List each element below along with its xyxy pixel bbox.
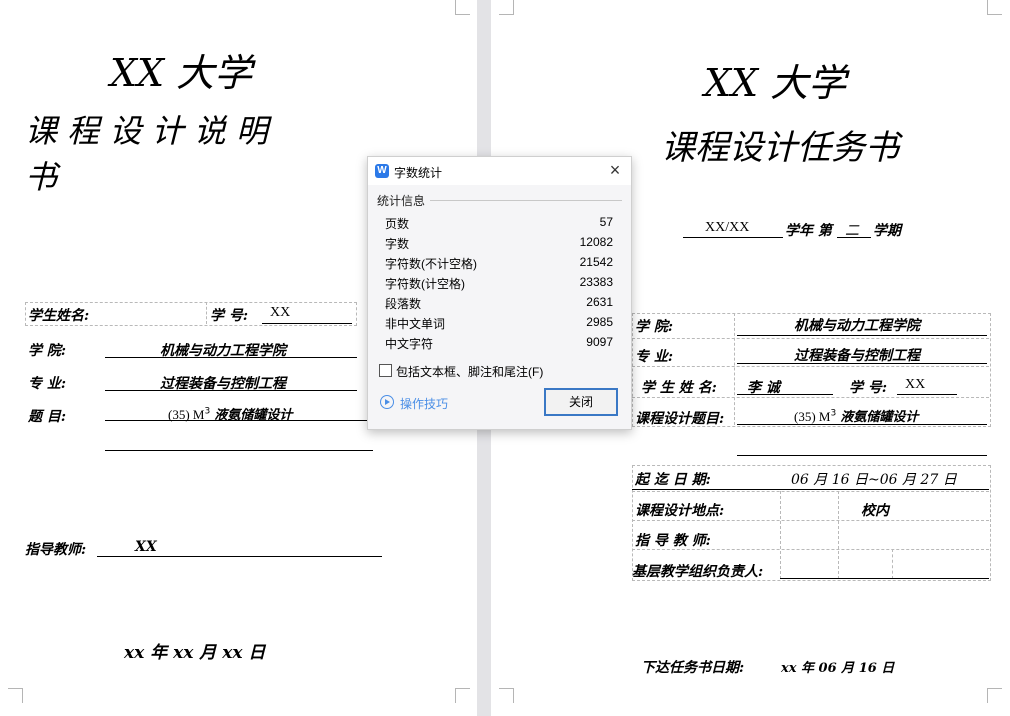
student-id-value: XX	[905, 377, 926, 392]
student-name-label: 学 生 姓 名:	[641, 380, 717, 396]
student-name-label: 学生姓名:	[28, 308, 90, 324]
page-corner-mark	[987, 0, 1002, 15]
wps-writer-icon: W	[375, 164, 389, 178]
page-corner-mark	[455, 0, 470, 15]
leader-label: 基层教学组织负责人:	[632, 564, 764, 580]
major-label: 专 业:	[635, 349, 674, 365]
stat-label: 字数	[385, 237, 410, 251]
student-id-value: XX	[270, 305, 291, 320]
major-value: 过程装备与控制工程	[794, 348, 920, 364]
term-year: XX/XX	[705, 220, 750, 235]
page-corner-mark	[499, 688, 514, 703]
stat-label: 字符数(计空格)	[385, 277, 465, 291]
advisor-value: XX	[135, 539, 157, 555]
stat-value: 2985	[586, 315, 613, 329]
advisor-label: 指 导 教 师:	[635, 533, 711, 549]
page-corner-mark	[8, 688, 23, 703]
page-corner-mark	[499, 0, 514, 15]
topic-label: 题 目:	[28, 409, 67, 425]
stat-value: 21542	[579, 255, 613, 269]
stat-label: 非中文单词	[385, 317, 446, 331]
include-textboxes-label[interactable]: 包括文本框、脚注和尾注(F)	[396, 363, 543, 380]
stat-value: 12082	[579, 235, 613, 249]
student-id-label: 学 号:	[849, 380, 888, 396]
stat-row-chars-with-spaces: 字符数(计空格) 23383	[385, 275, 613, 295]
stat-label: 页数	[385, 217, 410, 231]
college-value: 机械与动力工程学院	[794, 318, 920, 334]
place-label: 课程设计地点:	[635, 503, 725, 519]
stat-row-chinese-chars: 中文字符 9097	[385, 335, 613, 355]
stat-row-non-chinese-words: 非中文单词 2985	[385, 315, 613, 335]
stat-value: 2631	[586, 295, 613, 309]
stat-value: 57	[599, 215, 613, 229]
close-button[interactable]: 关闭	[544, 388, 618, 416]
section-divider	[430, 200, 622, 201]
advisor-label: 指导教师:	[25, 542, 87, 558]
college-label: 学 院:	[28, 343, 67, 359]
doc-title-line1: 课 程 设 计 说 明	[25, 112, 268, 150]
start-value: 06 月 16 日~06 月 27 日	[791, 472, 957, 488]
stat-value: 23383	[579, 275, 613, 289]
term-text-a: 学年 第	[785, 223, 832, 239]
term-text-b: 学期	[873, 223, 901, 239]
topic-value: (35) M3 液氨储罐设计	[794, 408, 919, 425]
stat-row-paragraphs: 段落数 2631	[385, 295, 613, 315]
tips-link[interactable]: 操作技巧	[400, 395, 448, 412]
topic-label: 课程设计题目:	[635, 411, 725, 427]
dialog-title-bar[interactable]: W 字数统计 ×	[368, 157, 631, 185]
stat-value: 9097	[586, 335, 613, 349]
stat-row-chars-no-spaces: 字符数(不计空格) 21542	[385, 255, 613, 275]
issue-date-label: 下达任务书日期:	[641, 660, 745, 676]
page-corner-mark	[455, 688, 470, 703]
issue-date-value: xx 年 06 月 16 日	[781, 661, 895, 676]
stat-row-words: 字数 12082	[385, 235, 613, 255]
word-count-dialog: W 字数统计 × 统计信息 页数 57 字数 12082 字符数(不计空格) 2…	[367, 156, 632, 430]
doc-title-line2: 书	[25, 158, 58, 196]
university-title: XX 大学	[704, 61, 847, 105]
start-label: 起 迄 日 期:	[635, 472, 711, 488]
task-doc-title: 课程设计任务书	[661, 128, 899, 168]
stats-section-title: 统计信息	[377, 194, 426, 208]
stat-label: 中文字符	[385, 337, 434, 351]
stat-row-pages: 页数 57	[385, 215, 613, 235]
date-text: xx 年 xx 月 xx 日	[124, 643, 266, 663]
college-label: 学 院:	[635, 319, 674, 335]
close-icon[interactable]: ×	[606, 161, 624, 180]
stat-label: 字符数(不计空格)	[385, 257, 477, 271]
major-label: 专 业:	[28, 376, 67, 392]
stat-label: 段落数	[385, 297, 422, 311]
place-value: 校内	[861, 503, 889, 519]
play-circle-icon[interactable]	[380, 395, 394, 409]
student-id-label: 学 号:	[210, 308, 249, 324]
dialog-title: 字数统计	[394, 166, 443, 180]
university-title: XX 大学	[110, 51, 253, 95]
page-corner-mark	[987, 688, 1002, 703]
include-textboxes-checkbox[interactable]	[379, 364, 392, 377]
